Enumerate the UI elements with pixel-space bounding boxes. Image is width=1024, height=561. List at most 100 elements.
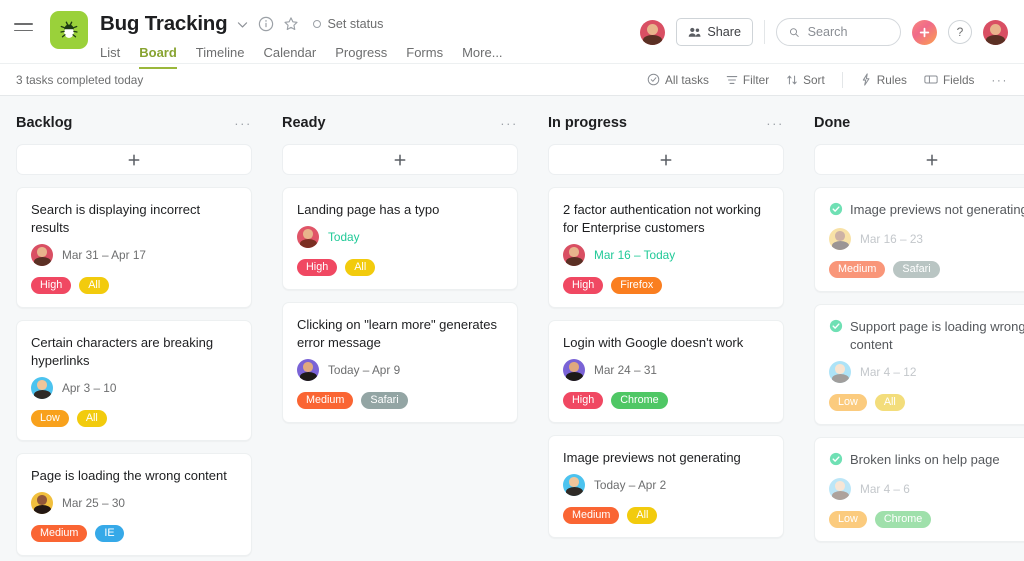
task-card[interactable]: 2 factor authentication not working for … xyxy=(548,187,784,308)
task-tag[interactable]: All xyxy=(874,394,905,411)
check-circle-icon[interactable] xyxy=(829,202,843,216)
add-button[interactable] xyxy=(912,19,937,45)
task-tag[interactable]: Low xyxy=(829,511,867,528)
task-card[interactable]: Landing page has a typo Today High All xyxy=(282,187,518,290)
task-card[interactable]: Search is displaying incorrect results Ma… xyxy=(16,187,252,308)
all-tasks-button[interactable]: All tasks xyxy=(647,73,709,87)
task-tag[interactable]: High xyxy=(31,277,72,294)
avatar[interactable] xyxy=(983,19,1008,45)
toolbar-divider xyxy=(841,71,843,88)
task-tag[interactable]: Chrome xyxy=(874,511,932,528)
task-tag[interactable]: High xyxy=(563,392,604,409)
task-card[interactable]: Image previews not generating Today – Apr… xyxy=(548,435,784,538)
task-tag[interactable]: IE xyxy=(95,525,124,542)
task-tag[interactable]: Low xyxy=(31,410,69,427)
task-tag[interactable]: Safari xyxy=(893,261,940,278)
add-task-button[interactable] xyxy=(282,144,518,175)
task-complete-icon[interactable] xyxy=(829,319,843,338)
task-card[interactable]: Broken links on help page Mar 4 – 6 Low Chr… xyxy=(814,437,1024,542)
task-card[interactable]: Certain characters are breaking hyperlin… xyxy=(16,320,252,441)
task-tag[interactable]: Low xyxy=(829,394,867,411)
task-card[interactable]: Image previews not generating Mar 16 – 23… xyxy=(814,187,1024,292)
assignee-avatar[interactable] xyxy=(297,359,319,381)
star-icon[interactable] xyxy=(283,16,299,32)
task-tag[interactable]: Firefox xyxy=(611,277,663,294)
assignee-avatar[interactable] xyxy=(31,244,53,266)
assignee-avatar[interactable] xyxy=(829,478,851,500)
sort-icon xyxy=(787,75,797,84)
rules-button[interactable]: Rules xyxy=(860,73,907,87)
task-tags: Medium All xyxy=(563,507,769,524)
column-menu-button[interactable]: ··· xyxy=(766,116,784,131)
task-title-text: Search is displaying incorrect results xyxy=(31,202,201,235)
task-card[interactable]: Clicking on "learn more" generates error… xyxy=(282,302,518,423)
task-tag[interactable]: All xyxy=(76,410,107,427)
add-task-button[interactable] xyxy=(16,144,252,175)
assignee-avatar[interactable] xyxy=(31,377,53,399)
search-input[interactable] xyxy=(776,18,901,46)
assignee-avatar[interactable] xyxy=(297,226,319,248)
task-tag[interactable]: Medium xyxy=(297,392,354,409)
tab-calendar[interactable]: Calendar xyxy=(263,45,316,69)
filter-button[interactable]: Filter xyxy=(726,73,769,87)
tab-timeline[interactable]: Timeline xyxy=(196,45,245,69)
bug-icon[interactable] xyxy=(50,11,88,49)
assignee-avatar[interactable] xyxy=(563,474,585,496)
task-tags: High Chrome xyxy=(563,392,769,409)
chevron-down-icon[interactable] xyxy=(236,18,249,31)
task-tag[interactable]: Medium xyxy=(31,525,88,542)
task-title-text: Broken links on help page xyxy=(850,452,1000,467)
task-card[interactable]: Support page is loading wrong content Mar… xyxy=(814,304,1024,425)
share-button[interactable]: Share xyxy=(676,18,753,46)
task-tag[interactable]: Medium xyxy=(563,507,620,524)
task-tag[interactable]: Chrome xyxy=(611,392,668,409)
add-task-button[interactable] xyxy=(548,144,784,175)
header-divider xyxy=(764,20,765,44)
task-complete-icon[interactable] xyxy=(829,202,843,221)
assignee-avatar[interactable] xyxy=(31,492,53,514)
set-status-button[interactable]: Set status xyxy=(313,17,383,31)
plus-icon xyxy=(394,154,406,165)
column-title: Done xyxy=(814,115,851,131)
all-tasks-label: All tasks xyxy=(664,72,709,87)
check-circle-icon[interactable] xyxy=(829,319,843,333)
sort-button[interactable]: Sort xyxy=(786,73,825,87)
task-title-text: Image previews not generating xyxy=(563,450,741,465)
plus-icon xyxy=(128,154,140,165)
task-tag[interactable]: Medium xyxy=(829,261,886,278)
avatar[interactable] xyxy=(640,19,666,45)
filter-label: Filter xyxy=(742,72,770,87)
tab-more[interactable]: More... xyxy=(462,45,502,69)
help-button[interactable]: ? xyxy=(948,20,972,44)
hamburger-icon[interactable] xyxy=(14,14,40,40)
assignee-avatar[interactable] xyxy=(829,228,851,250)
task-card[interactable]: Page is loading the wrong content Mar 25 … xyxy=(16,453,252,556)
task-meta: Today – Apr 2 xyxy=(563,473,769,497)
column-menu-button[interactable]: ··· xyxy=(234,116,252,131)
tasks-completed-status: 3 tasks completed today xyxy=(16,72,144,87)
assignee-avatar[interactable] xyxy=(563,359,585,381)
task-tag[interactable]: All xyxy=(345,259,376,276)
tab-forms[interactable]: Forms xyxy=(406,45,443,69)
assignee-avatar[interactable] xyxy=(563,244,585,266)
tab-progress[interactable]: Progress xyxy=(335,45,387,69)
assignee-avatar[interactable] xyxy=(829,361,851,383)
fields-button[interactable]: Fields xyxy=(924,73,974,87)
search-field[interactable] xyxy=(807,25,888,39)
tab-board[interactable]: Board xyxy=(139,45,177,69)
task-title: 2 factor authentication not working for … xyxy=(563,201,769,237)
column-menu-button[interactable]: ··· xyxy=(500,116,518,131)
task-tag[interactable]: All xyxy=(627,507,658,524)
task-tag[interactable]: All xyxy=(79,277,110,294)
info-circle-icon[interactable] xyxy=(258,16,274,32)
task-complete-icon[interactable] xyxy=(829,452,843,471)
task-tag[interactable]: High xyxy=(297,259,338,276)
task-tag[interactable]: High xyxy=(563,277,604,294)
toolbar-overflow-button[interactable]: ··· xyxy=(991,73,1008,87)
task-title: Image previews not generating xyxy=(563,449,769,467)
task-card[interactable]: Login with Google doesn't work Mar 24 – 3… xyxy=(548,320,784,423)
check-circle-icon[interactable] xyxy=(829,452,843,466)
add-task-button[interactable] xyxy=(814,144,1024,175)
tab-list[interactable]: List xyxy=(100,45,120,69)
task-tag[interactable]: Safari xyxy=(361,392,408,409)
